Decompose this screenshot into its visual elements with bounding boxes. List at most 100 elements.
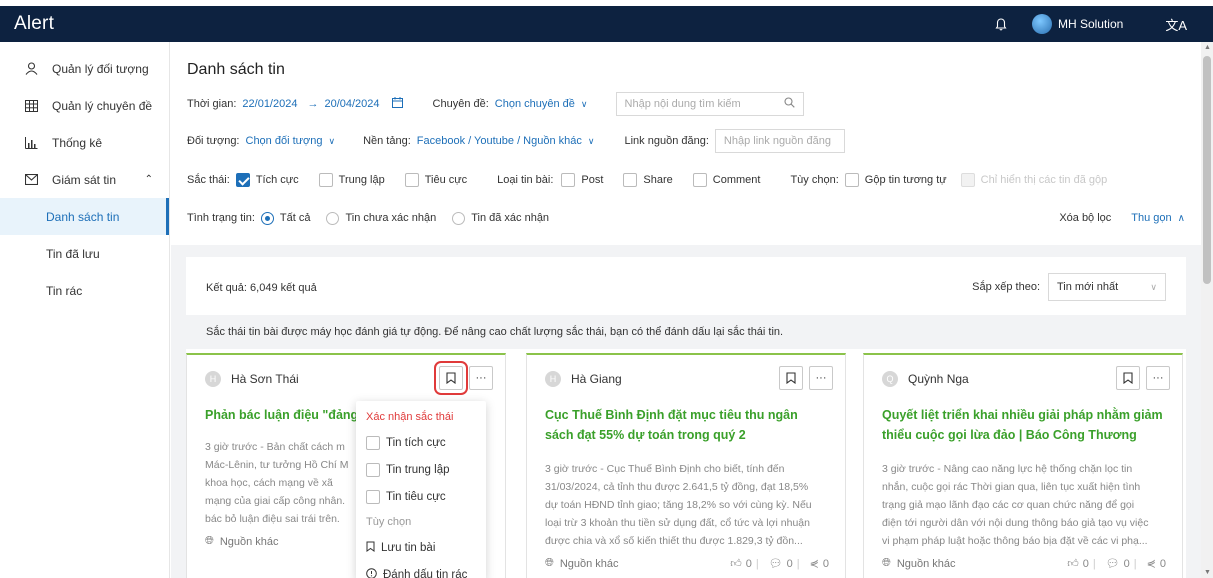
desc-line: 3 giờ trước - Cục Thuế Bình Định cho biế… [545,463,785,475]
author-name: Hà Sơn Thái [231,372,299,386]
scroll-up-icon[interactable]: ▲ [1204,44,1211,51]
sort-select[interactable]: Tin mới nhất ∨ [1048,273,1166,301]
bookmark-button[interactable] [434,361,468,395]
user-name[interactable]: MH Solution [1058,17,1123,31]
collapse-link[interactable]: Thu gọn [1131,212,1171,224]
comment-icon[interactable]: 💬︎ [1106,557,1120,570]
more-button[interactable]: ··· [469,366,493,390]
platform-select[interactable]: Facebook / Youtube / Nguồn khác [417,135,582,147]
sentiment-positive-label: Tích cực [255,174,299,186]
sentiment-negative-label: Tiêu cực [424,174,468,186]
more-button[interactable]: ··· [809,366,833,390]
post-type-share-label: Share [643,174,673,186]
card-actions: ··· [773,366,833,390]
menu-positive-checkbox[interactable] [366,435,380,450]
merge-similar-checkbox[interactable] [844,173,859,187]
object-select[interactable]: Chọn đối tượng [246,135,323,147]
desc-line: loại trừ 3 khoản thu tiền sử dụng đất, c… [545,517,810,529]
search-icon[interactable] [783,97,795,111]
sidebar-subitem-saved[interactable]: Tin đã lưu [0,235,169,272]
show-merged-checkbox[interactable] [960,173,975,187]
status-unconfirmed-radio[interactable] [326,211,340,225]
show-merged-label: Chỉ hiển thị các tin đã gộp [980,174,1108,186]
sidebar-item-statistics[interactable]: Thống kê [0,124,169,161]
globe-icon: 🌐︎ [205,535,214,547]
share-icon[interactable]: ⋞ [1147,557,1156,570]
post-type-post-checkbox[interactable] [561,173,576,187]
card-title[interactable]: Cục Thuế Bình Định đặt mục tiêu thu ngân… [545,405,829,447]
post-type-share-checkbox[interactable] [623,173,638,187]
post-type-post-label: Post [581,174,604,186]
share-icon[interactable]: ⋞ [810,557,819,570]
bell-icon[interactable] [994,17,1008,31]
menu-item-spam[interactable]: Đánh dấu tin rác [356,561,486,578]
user-avatar[interactable] [1031,14,1052,34]
menu-item-negative[interactable]: Tin tiêu cực [356,483,486,510]
app-logo[interactable]: Alert [14,13,54,35]
sidebar-subitem-spam[interactable]: Tin rác [0,272,169,309]
page-scrollbar[interactable]: ▲ ▼ [1201,42,1213,578]
search-input[interactable]: Nhập nội dung tìm kiếm [615,92,804,116]
chevron-down-icon[interactable]: ∨ [328,136,335,147]
sentiment-negative-checkbox[interactable] [404,173,419,187]
bar-chart-icon [24,136,38,150]
sidebar-item-topics[interactable]: Quản lý chuyên đề [0,87,169,124]
like-icon[interactable]: 👍︎ [1067,557,1079,570]
sidebar-item-monitoring[interactable]: Giám sát tin ⌃ [0,161,169,198]
menu-neutral-checkbox[interactable] [366,462,380,477]
merge-similar-label: Gộp tin tương tự [864,174,947,186]
date-from[interactable]: 22/01/2024 [242,98,297,110]
source-name: Nguồn khác [559,557,619,570]
sidebar-item-objects[interactable]: Quản lý đối tượng [0,50,169,87]
source-label: Link nguồn đăng: [624,135,709,147]
author-name: Hà Giang [571,372,622,386]
calendar-icon[interactable] [391,97,403,111]
more-icon: ··· [475,372,487,384]
user-icon [24,62,38,76]
card-stats: 👍︎ 0 | 💬︎ 0 | ⋞ 0 [1067,557,1166,571]
date-to[interactable]: 20/04/2024 [324,98,379,110]
bookmark-button[interactable] [779,366,803,390]
results-panel: Kết quả: 6,049 kết quả Sắp xếp theo: Tin… [186,257,1186,578]
sentiment-neutral-checkbox[interactable] [318,173,333,187]
date-arrow: → [307,98,319,110]
sentiment-positive-checkbox[interactable] [235,173,250,187]
chevron-up-icon[interactable]: ∧ [1178,213,1185,224]
status-all-radio[interactable] [260,211,274,225]
topic-select[interactable]: Chọn chuyên đề [495,98,575,110]
menu-negative-checkbox[interactable] [366,489,380,504]
chevron-down-icon[interactable]: ∨ [581,99,588,110]
status-unconfirmed-label: Tin chưa xác nhận [345,212,437,224]
desc-line: dự toán HĐND tỉnh giao; tăng 18,2% so vớ… [545,499,812,511]
sidebar-item-label: Quản lý đối tượng [52,61,149,76]
card-title[interactable]: Quyết liệt triển khai nhiều giải pháp nh… [882,405,1166,447]
more-button[interactable]: ··· [1146,366,1170,390]
menu-item-neutral[interactable]: Tin trung lập [356,456,486,483]
translate-icon[interactable]: 文A [1165,15,1187,34]
top-bar: Alert MH Solution 文A [0,6,1213,42]
clear-filter-link[interactable]: Xóa bộ lọc [1059,212,1111,224]
chevron-down-icon[interactable]: ∨ [588,136,595,147]
source-link-input[interactable]: Nhập link nguồn đăng [714,129,845,153]
news-card[interactable]: Q Quỳnh Nga ··· Quyết liệt triển khai nh… [863,353,1183,578]
chevron-up-icon: ⌃ [144,174,153,185]
like-icon[interactable]: 👍︎ [730,557,742,570]
scroll-down-icon[interactable]: ▼ [1204,569,1211,576]
card-description: 3 giờ trước - Cục Thuế Bình Định cho biế… [545,460,829,552]
post-type-comment-checkbox[interactable] [692,173,707,187]
bookmark-button[interactable] [1116,366,1140,390]
menu-header: Xác nhận sắc thái [366,411,454,423]
sidebar-subitem-news-list[interactable]: Danh sách tin [0,198,169,235]
scrollbar-thumb[interactable] [1203,56,1211,284]
bookmark-icon [1123,372,1133,384]
menu-item-label: Đánh dấu tin rác [383,568,468,578]
menu-item-positive[interactable]: Tin tích cực [356,429,486,456]
comment-icon[interactable]: 💬︎ [769,557,783,570]
card-action-menu: Xác nhận sắc thái Tin tích cực Tin trung… [356,401,486,578]
result-count-label: Kết quả: [206,282,247,294]
time-label: Thời gian: [187,98,237,110]
menu-item-save[interactable]: Lưu tin bài [356,534,486,561]
news-card[interactable]: H Hà Giang ··· Cục Thuế Bình Định đặt mụ… [526,353,846,578]
status-confirmed-radio[interactable] [452,211,466,225]
result-count: Kết quả: 6,049 kết quả [206,282,317,294]
